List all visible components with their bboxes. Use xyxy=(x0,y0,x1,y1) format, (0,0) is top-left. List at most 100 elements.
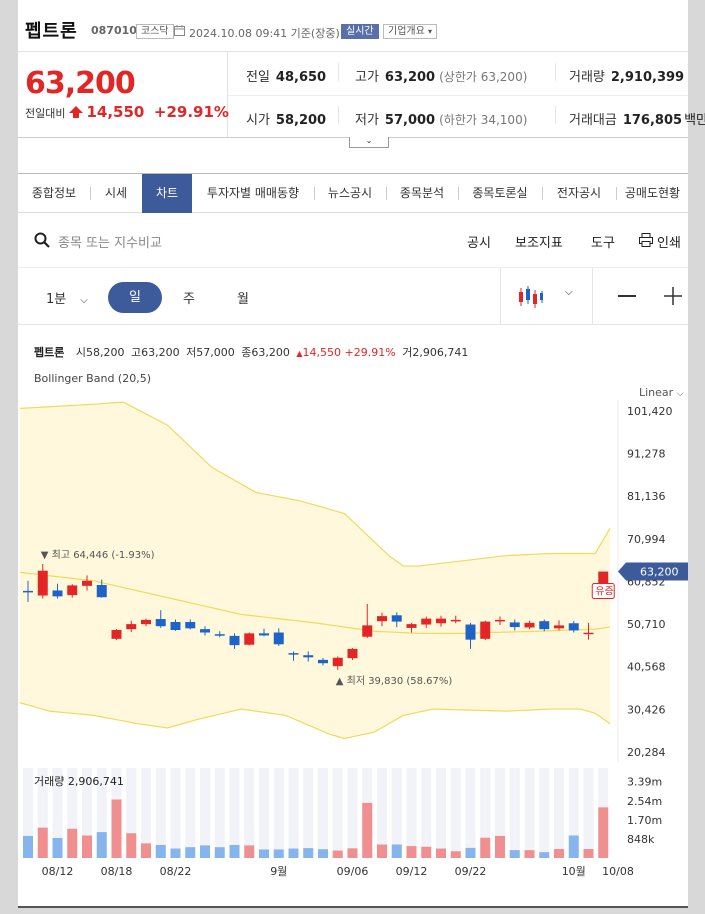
tab-discussion[interactable]: 종목토론실 xyxy=(459,174,541,213)
x-tick-label: 10월 xyxy=(562,865,586,878)
volume-bar xyxy=(259,849,269,858)
volume-bg xyxy=(450,768,461,858)
candle-body xyxy=(37,570,48,596)
tools-button[interactable]: 도구 xyxy=(591,232,615,251)
candle-body xyxy=(436,618,446,624)
volume-bar xyxy=(52,837,63,858)
tab-short-selling[interactable]: 공매도현황 xyxy=(617,174,688,213)
candle-body xyxy=(377,616,387,622)
y-tick-label: 91,278 xyxy=(627,447,666,460)
stat-prev-close: 전일 48,650 xyxy=(246,70,327,85)
volume-bar xyxy=(406,846,417,858)
candle-body xyxy=(155,619,166,627)
volume-bg xyxy=(406,768,417,858)
compare-search-input[interactable]: 종목 또는 지수비교 xyxy=(58,232,162,251)
candle-body xyxy=(554,625,564,629)
volume-bg xyxy=(200,768,210,858)
volume-bar xyxy=(377,844,387,858)
candle-body xyxy=(52,590,63,597)
x-tick-label: 10/08 xyxy=(602,865,634,878)
realtime-badge[interactable]: 실시간 xyxy=(341,24,379,39)
x-tick-label: 09/22 xyxy=(455,865,487,878)
volume-bar xyxy=(509,850,520,858)
volume-tick-label: 1.70m xyxy=(627,814,662,827)
candle-body xyxy=(23,590,33,593)
volume-bg xyxy=(554,768,564,858)
candle-body xyxy=(347,648,358,659)
candle-body xyxy=(421,618,432,625)
tab-quotes[interactable]: 시세 xyxy=(91,174,141,213)
y-tick-label: 70,994 xyxy=(627,533,666,546)
tab-analysis[interactable]: 종목분석 xyxy=(387,174,457,213)
tab-news[interactable]: 뉴스공시 xyxy=(315,174,385,213)
search-icon[interactable] xyxy=(34,232,50,251)
company-info-dropdown[interactable]: 기업개요 ▾ xyxy=(383,24,438,39)
x-tick-label: 08/12 xyxy=(42,865,74,878)
volume-bg xyxy=(509,768,520,858)
tab-investor-trading[interactable]: 투자자별 매매동향 xyxy=(193,174,313,213)
zoom-in-icon[interactable] xyxy=(664,287,682,308)
disclosure-button[interactable]: 공시 xyxy=(467,232,491,251)
volume-bar xyxy=(465,847,476,858)
volume-bar xyxy=(568,835,579,858)
volume-bg xyxy=(303,768,314,858)
stat-high: 고가 63,200 (상한가 63,200) xyxy=(355,70,528,85)
chevron-down-icon[interactable]: ⌵ xyxy=(565,287,573,298)
expand-button[interactable]: ⌄ xyxy=(349,137,389,148)
x-tick-label: 08/22 xyxy=(160,865,192,878)
volume-bg xyxy=(273,768,284,858)
print-icon[interactable] xyxy=(639,233,653,250)
quote-datetime: 2024.10.08 09:41 기준(장중) xyxy=(189,27,340,40)
candle-body xyxy=(391,615,402,622)
indicators-button[interactable]: 보조지표 xyxy=(515,232,563,251)
candle-body xyxy=(259,633,269,636)
candle-body xyxy=(303,655,314,658)
stat-volume: 거래량 2,910,399 xyxy=(569,70,685,85)
volume-bar xyxy=(82,835,92,858)
volume-bar xyxy=(170,848,181,858)
x-tick-label: 09/06 xyxy=(337,865,369,878)
candle-body xyxy=(96,585,107,598)
print-button[interactable]: 인쇄 xyxy=(657,232,681,251)
candle-body xyxy=(82,580,92,586)
volume-bar xyxy=(111,799,122,858)
period-day[interactable]: 일 xyxy=(108,282,162,313)
zoom-out-icon[interactable] xyxy=(618,295,636,297)
candle-body xyxy=(67,585,78,596)
interval-dropdown[interactable]: 1분 ⌵ xyxy=(46,288,88,307)
volume-bar xyxy=(480,837,491,858)
volume-bar xyxy=(554,849,564,858)
chevron-down-icon: ⌵ xyxy=(676,389,684,399)
volume-bg xyxy=(155,768,166,858)
tab-disclosure[interactable]: 전자공시 xyxy=(543,174,615,213)
y-tick-label: 30,426 xyxy=(627,703,666,716)
x-tick-label: 09/12 xyxy=(396,865,428,878)
candlestick-icon[interactable] xyxy=(518,285,544,312)
tab-chart[interactable]: 차트 xyxy=(142,174,192,213)
volume-tick-label: 848k xyxy=(627,833,655,846)
candle-body xyxy=(170,622,181,630)
scale-dropdown[interactable]: Linear ⌵ xyxy=(639,386,684,399)
volume-bar xyxy=(347,848,358,858)
market-badge: 코스닥 xyxy=(136,24,174,39)
volume-bar xyxy=(524,850,535,858)
chevron-down-icon: ▾ xyxy=(428,27,433,36)
volume-bar xyxy=(96,832,107,858)
candle-body xyxy=(229,635,240,646)
min-price-label: ▲ 최저 39,830 (58.67%) xyxy=(336,675,453,687)
price-chart[interactable]: 101,42091,27881,13670,99460,85250,71040,… xyxy=(18,400,688,762)
candle-body xyxy=(318,659,328,664)
candle-body xyxy=(273,632,284,645)
volume-bg xyxy=(465,768,476,858)
volume-bar xyxy=(185,847,196,858)
period-month[interactable]: 월 xyxy=(237,288,249,307)
stock-name: 펩트론 xyxy=(25,21,78,42)
stat-amount: 거래대금 176,805 백만 xyxy=(569,113,705,128)
rights-issue-label: 유증 xyxy=(595,586,613,598)
candle-body xyxy=(332,657,343,667)
period-week[interactable]: 주 xyxy=(183,288,195,307)
tab-overview[interactable]: 종합정보 xyxy=(18,174,90,213)
volume-bg xyxy=(288,768,299,858)
change-amount: 14,550 xyxy=(86,103,145,121)
volume-bar xyxy=(303,848,314,858)
